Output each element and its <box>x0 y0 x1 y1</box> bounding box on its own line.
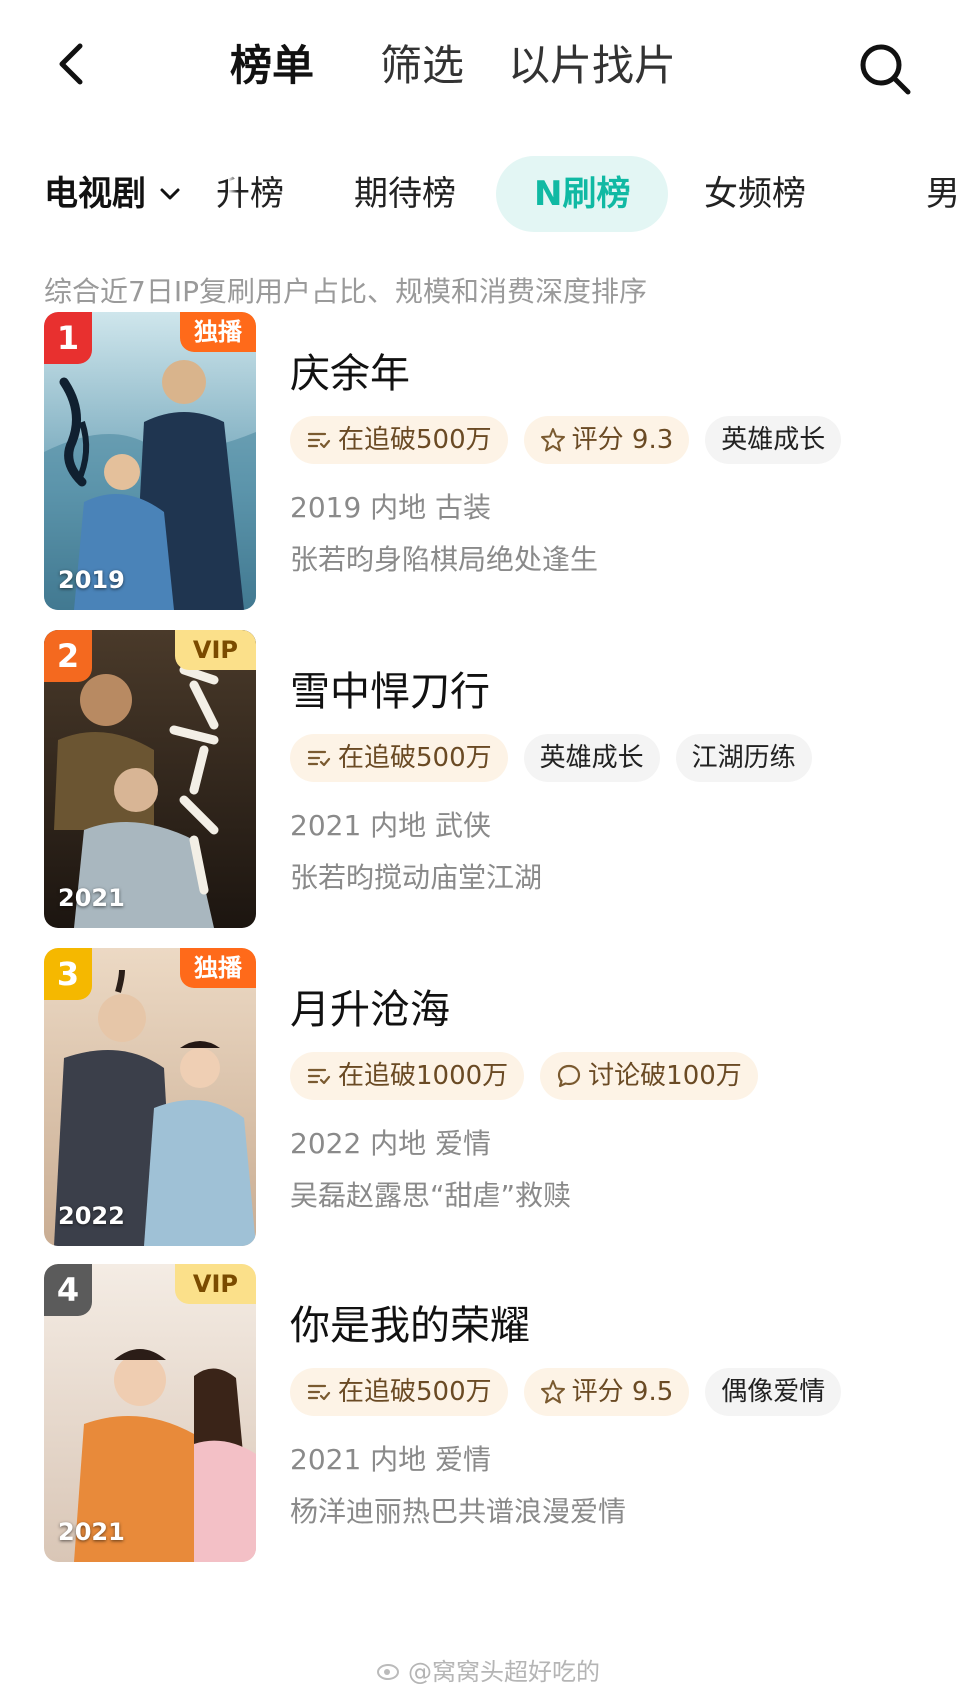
poster-year: 2019 <box>58 566 125 594</box>
watermark-text: @窝窝头超好吃的 <box>408 1658 600 1686</box>
scroll-fade <box>228 150 238 242</box>
list-check-icon <box>307 432 331 449</box>
poster-year: 2021 <box>58 1518 125 1546</box>
poster: 1 独播 2019 <box>44 312 256 610</box>
top-nav: 榜单 筛选 以片找片 <box>0 0 960 130</box>
tag-text: 在追破500万 <box>338 743 492 773</box>
list-check-icon <box>307 1384 331 1401</box>
following-tag: 在追破1000万 <box>290 1052 525 1100</box>
poster: 2 VIP 2021 <box>44 630 256 928</box>
tab-find-by-film[interactable]: 以片找片 <box>508 38 676 94</box>
category-bar: 升榜 电视剧 期待榜 N刷榜 女频榜 男 <box>0 150 960 242</box>
list-item[interactable]: 2 VIP 2021 雪中悍刀行 在追破500万 英雄成长 江湖历练 2021 … <box>44 630 924 930</box>
star-icon <box>540 1380 565 1404</box>
category-dropdown[interactable]: 电视剧 <box>44 172 184 216</box>
poster-year: 2022 <box>58 1202 125 1230</box>
tag-text: 评分 9.3 <box>571 425 674 455</box>
vip-badge: VIP <box>174 1264 256 1304</box>
show-subtitle: 张若昀身陷棋局绝处逢生 <box>290 543 599 576</box>
tag-text: 在追破500万 <box>338 1377 492 1407</box>
star-icon <box>540 428 565 452</box>
tag-text: 评分 9.5 <box>571 1377 674 1407</box>
rating-tag: 评分 9.5 <box>523 1368 690 1416</box>
tab-ranking[interactable]: 榜单 <box>230 38 314 94</box>
show-subtitle: 杨洋迪丽热巴共谱浪漫爱情 <box>290 1495 627 1528</box>
show-title[interactable]: 月升沧海 <box>290 984 450 1036</box>
poster: 4 VIP 2021 <box>44 1264 256 1562</box>
tab-female[interactable]: 女频榜 <box>704 172 806 216</box>
show-subtitle: 张若昀搅动庙堂江湖 <box>290 861 543 894</box>
tag-row: 在追破500万 评分 9.3 英雄成长 <box>290 416 842 464</box>
show-meta: 2021 内地 武侠 <box>290 809 492 842</box>
tag-row: 在追破500万 英雄成长 江湖历练 <box>290 734 812 782</box>
rank-badge: 4 <box>44 1264 92 1316</box>
tab-filter[interactable]: 筛选 <box>380 38 464 94</box>
ranking-description: 综合近7日IP复刷用户占比、规模和消费深度排序 <box>44 275 647 308</box>
show-title[interactable]: 雪中悍刀行 <box>290 666 490 718</box>
discussion-tag: 讨论破100万 <box>540 1052 758 1100</box>
genre-tag: 英雄成长 <box>705 416 842 464</box>
back-icon[interactable] <box>48 40 96 88</box>
tag-text: 在追破500万 <box>338 425 492 455</box>
tab-male[interactable]: 男 <box>926 172 960 216</box>
tab-rising[interactable]: 升榜 <box>216 172 284 216</box>
list-check-icon <box>307 1068 331 1085</box>
tab-anticipated[interactable]: 期待榜 <box>354 172 456 216</box>
poster-year: 2021 <box>58 884 125 912</box>
poster: 3 独播 2022 <box>44 948 256 1246</box>
list-item[interactable]: 1 独播 2019 庆余年 在追破500万 评分 9.3 英雄成长 2019 内… <box>44 312 924 612</box>
rank-badge: 3 <box>44 948 92 1000</box>
show-meta: 2019 内地 古装 <box>290 491 492 524</box>
tag-text: 讨论破100万 <box>588 1061 742 1091</box>
tab-n-rewatch[interactable]: N刷榜 <box>496 156 669 232</box>
search-icon[interactable] <box>856 40 914 98</box>
following-tag: 在追破500万 <box>290 734 508 782</box>
show-title[interactable]: 庆余年 <box>290 348 410 400</box>
vip-badge: VIP <box>174 630 256 670</box>
category-dropdown-label: 电视剧 <box>44 174 146 214</box>
genre-tag: 江湖历练 <box>675 734 812 782</box>
show-title[interactable]: 你是我的荣耀 <box>290 1300 530 1352</box>
chat-bubble-icon <box>558 1064 581 1088</box>
chevron-down-icon <box>160 188 180 200</box>
list-check-icon <box>307 750 331 767</box>
tag-row: 在追破500万 评分 9.5 偶像爱情 <box>290 1368 842 1416</box>
tag-row: 在追破1000万 讨论破100万 <box>290 1052 758 1100</box>
show-meta: 2021 内地 爱情 <box>290 1443 492 1476</box>
watermark: @窝窝头超好吃的 <box>376 1652 600 1687</box>
following-tag: 在追破500万 <box>290 1368 508 1416</box>
show-subtitle: 吴磊赵露思“甜虐”救赎 <box>290 1179 572 1212</box>
exclusive-badge: 独播 <box>180 312 256 352</box>
rank-badge: 1 <box>44 312 92 364</box>
list-item[interactable]: 3 独播 2022 月升沧海 在追破1000万 讨论破100万 2022 内地 … <box>44 948 924 1248</box>
show-meta: 2022 内地 爱情 <box>290 1127 492 1160</box>
genre-tag: 英雄成长 <box>523 734 660 782</box>
exclusive-badge: 独播 <box>180 948 256 988</box>
rating-tag: 评分 9.3 <box>523 416 690 464</box>
rank-badge: 2 <box>44 630 92 682</box>
tag-text: 在追破1000万 <box>338 1061 509 1091</box>
genre-tag: 偶像爱情 <box>705 1368 842 1416</box>
weibo-logo-icon <box>377 1663 399 1680</box>
following-tag: 在追破500万 <box>290 416 508 464</box>
list-item[interactable]: 4 VIP 2021 你是我的荣耀 在追破500万 评分 9.5 偶像爱情 20… <box>44 1264 924 1564</box>
